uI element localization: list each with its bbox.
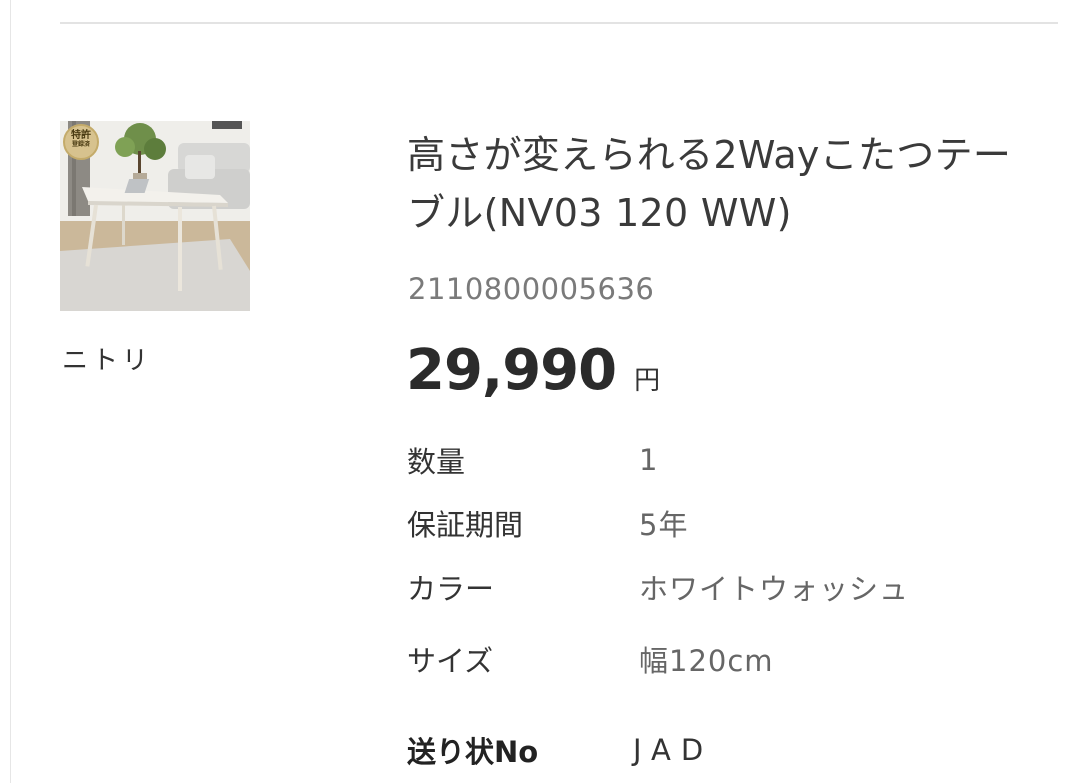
spec-row-color: カラー ホワイトウォッシュ: [407, 565, 909, 609]
spec-value: 5年: [639, 508, 689, 542]
spec-label: 数量: [407, 445, 466, 479]
card-left-border: [10, 0, 11, 783]
section-divider: [60, 22, 1058, 24]
order-item-page: 特許 登録済 ニトリ 高さが変えられる2Wayこたつテーブル(NV03 120 …: [0, 0, 1080, 783]
price-row: 29,990 円: [406, 336, 660, 406]
spec-row-quantity: 数量 1: [407, 438, 658, 482]
spec-value: 幅120cm: [639, 644, 774, 678]
shipping-label: 送り状No: [407, 735, 539, 769]
product-sku: 2110800005636: [408, 272, 655, 306]
maker-name: ニトリ: [62, 346, 153, 376]
spec-value: 1: [639, 443, 659, 477]
spec-value: ホワイトウォッシュ: [639, 572, 910, 606]
shipping-carrier: JAD: [633, 733, 714, 767]
product-thumbnail[interactable]: 特許 登録済: [60, 121, 250, 311]
spec-label: カラー: [407, 572, 495, 606]
spec-row-warranty: 保証期間 5年: [407, 501, 688, 545]
patent-badge-line1: 特許: [71, 130, 91, 141]
shipping-row: 送り状No JAD: [407, 728, 713, 772]
patent-badge-line2: 登録済: [71, 141, 90, 148]
spec-label: 保証期間: [407, 508, 524, 542]
product-title[interactable]: 高さが変えられる2Wayこたつテーブル(NV03 120 WW): [407, 126, 1047, 242]
product-price: 29,990: [406, 338, 617, 403]
spec-row-size: サイズ 幅120cm: [407, 637, 774, 681]
patent-badge: 特許 登録済: [64, 130, 98, 149]
spec-label: サイズ: [407, 644, 494, 678]
price-currency: 円: [634, 366, 661, 396]
